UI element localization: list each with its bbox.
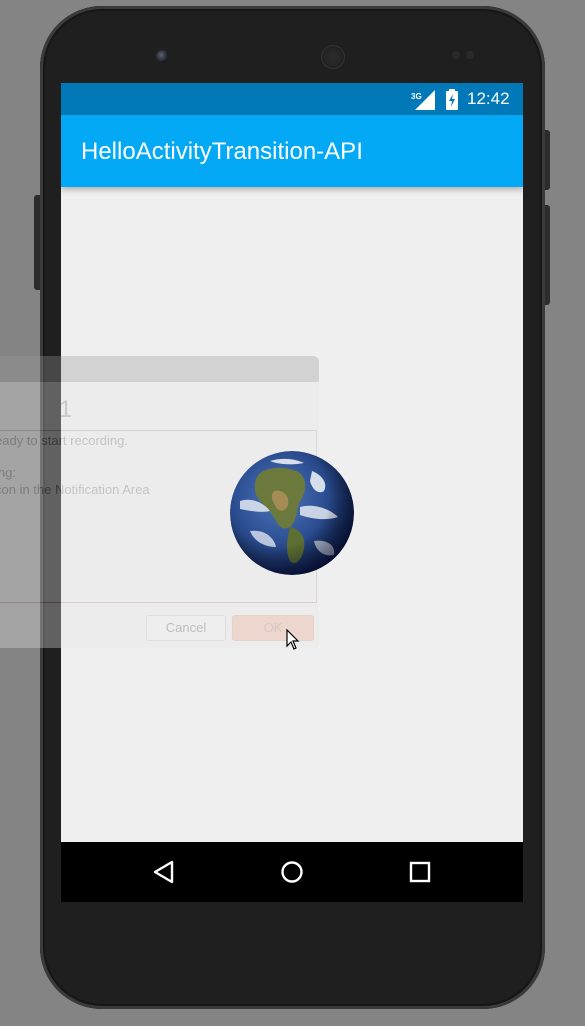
battery-icon (446, 89, 458, 110)
ghost-dialog-text: con in the Notification Area (0, 482, 150, 497)
earpiece-speaker-icon (321, 45, 345, 69)
earth-globe-image[interactable] (230, 451, 354, 575)
recents-icon[interactable] (406, 858, 434, 886)
ghost-dialog-heading: 1 (59, 396, 73, 423)
cancel-button[interactable]: Cancel (146, 615, 226, 641)
navigation-bar (61, 842, 523, 902)
signal-icon: 3G (411, 90, 435, 110)
divider (0, 602, 317, 603)
back-icon[interactable] (150, 858, 178, 886)
sensor-dot (452, 51, 460, 59)
front-camera-icon (156, 50, 169, 63)
divider (0, 430, 317, 431)
mouse-cursor-icon (286, 629, 300, 650)
ghost-dialog-text: ing: (0, 465, 16, 480)
home-icon[interactable] (278, 858, 306, 886)
status-time: 12:42 (467, 89, 510, 108)
status-bar: 3G 12:42 (61, 83, 523, 115)
page-title: HelloActivityTransition-API (81, 138, 363, 165)
ghost-dialog-titlebar (0, 356, 319, 382)
sensor-dot (466, 51, 474, 59)
ghost-dialog-text: eady to start recording. (0, 433, 128, 448)
svg-text:3G: 3G (411, 92, 422, 101)
ok-button[interactable]: OK (232, 615, 314, 641)
app-bar: HelloActivityTransition-API (61, 115, 523, 187)
